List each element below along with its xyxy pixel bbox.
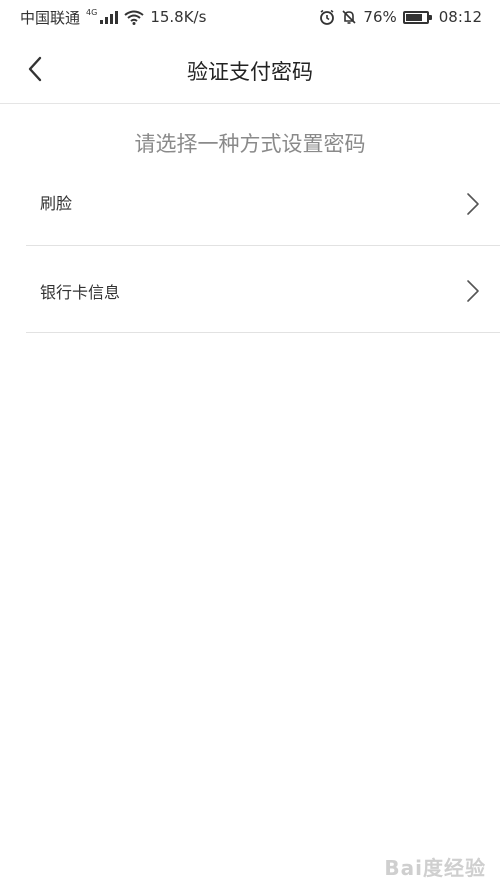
option-label: 刷脸 [40, 194, 73, 213]
battery-icon [402, 10, 432, 24]
watermark: Bai度经验 [384, 856, 486, 880]
carrier-name: 中国联通 [20, 8, 81, 27]
network-speed: 15.8K/s [150, 8, 207, 26]
status-bar: 中国联通 4G 15.8K/s 76% 08:12 [0, 0, 500, 34]
status-right: 76% 08:12 [319, 8, 482, 26]
battery-fill [405, 13, 423, 21]
notification-muted-icon [341, 9, 357, 25]
nav-bar: 验证支付密码 [0, 34, 500, 104]
option-label: 银行卡信息 [40, 283, 121, 302]
wifi-icon [124, 10, 144, 25]
signal-icon [100, 10, 119, 24]
instruction-text: 请选择一种方式设置密码 [134, 132, 366, 156]
status-left: 中国联通 4G 15.8K/s [20, 7, 206, 28]
option-bank-card-info[interactable]: 银行卡信息 [26, 247, 500, 333]
clock: 08:12 [438, 8, 482, 26]
network-type: 4G [86, 7, 98, 17]
option-face-recognition[interactable]: 刷脸 [26, 160, 500, 246]
alarm-icon [319, 9, 335, 25]
battery-percent: 76% [363, 8, 397, 26]
chevron-right-icon [467, 280, 479, 302]
page-title: 验证支付密码 [187, 60, 313, 84]
chevron-right-icon [467, 193, 479, 215]
